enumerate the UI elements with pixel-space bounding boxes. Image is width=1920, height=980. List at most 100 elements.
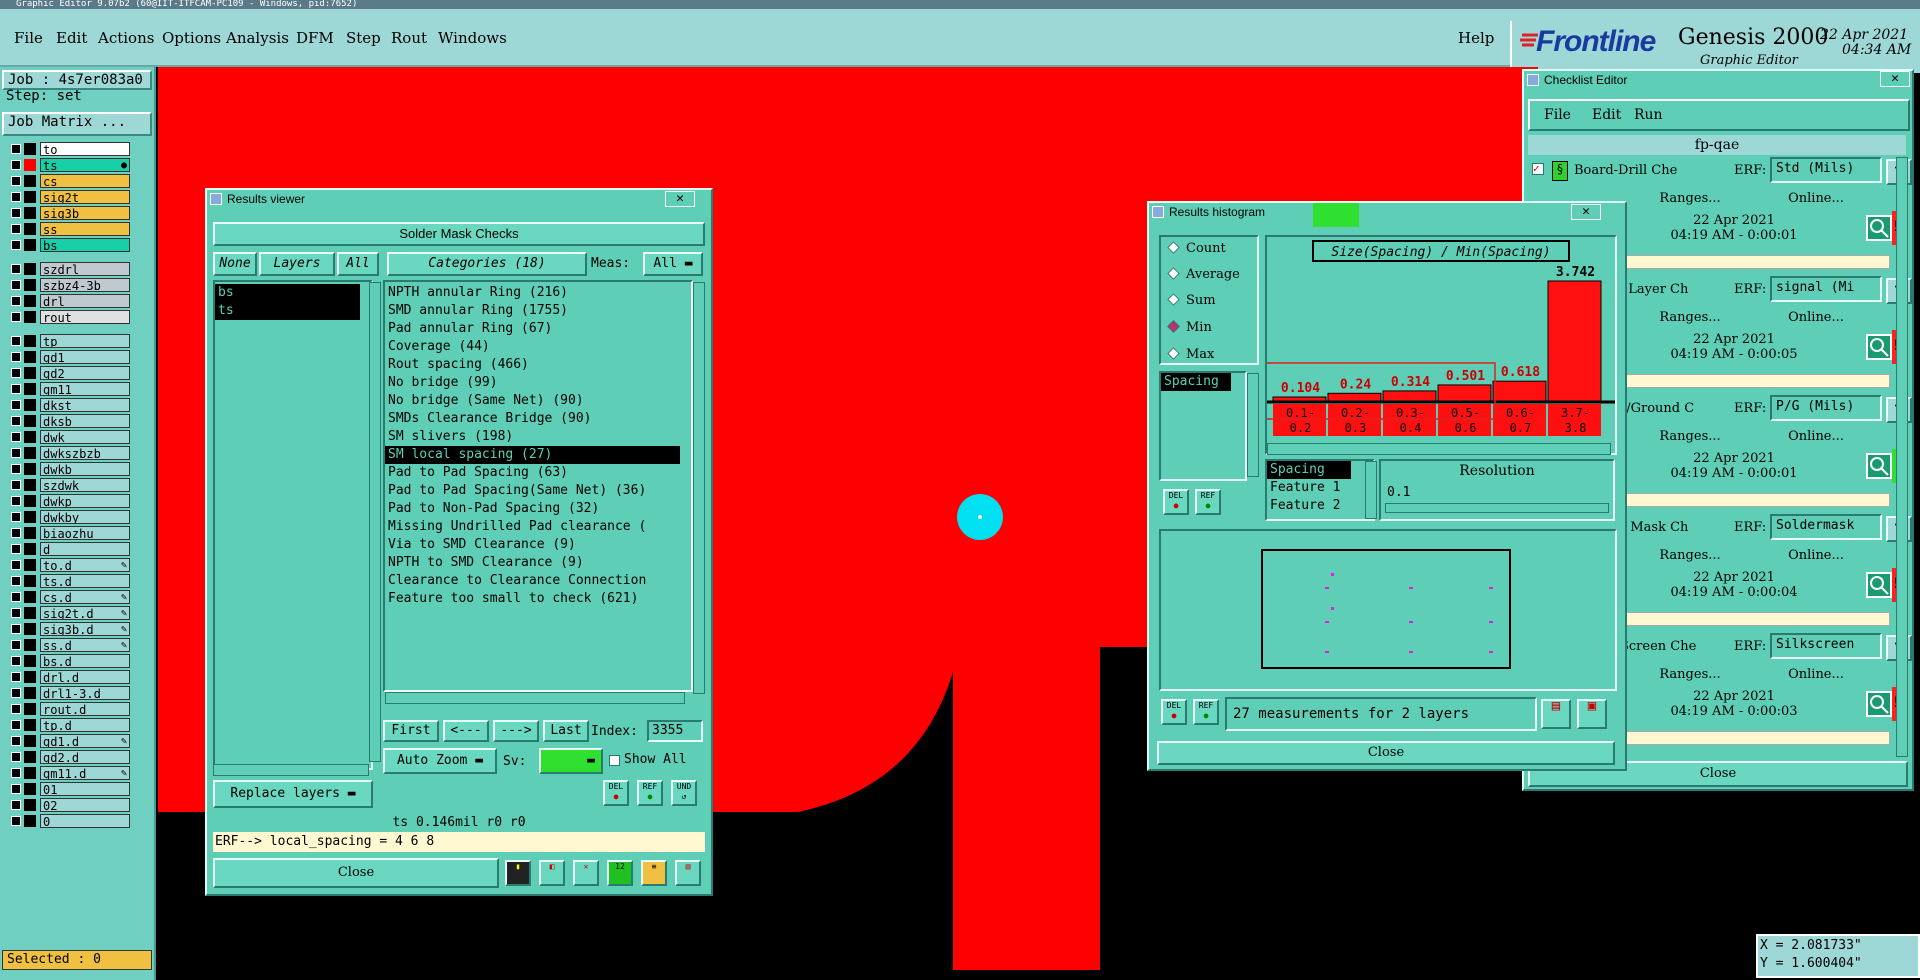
layer-row[interactable]: tp [8,334,130,348]
layer-row[interactable]: tp.d [8,718,130,732]
attribute-item[interactable]: Spacing [1161,373,1231,391]
layer-name[interactable]: dkst [40,398,130,412]
attr-field-item[interactable]: Feature 2 [1267,497,1340,515]
import-icon[interactable]: ▣ [1577,699,1607,729]
layer-checkbox[interactable] [11,800,21,810]
layer-name[interactable]: biaozhu [40,526,130,540]
layer-row[interactable]: sig3b.d ✎ [8,622,130,636]
first-button[interactable]: First [383,720,439,742]
layer-checkbox[interactable] [11,432,21,442]
histogram-bar[interactable] [1547,280,1602,402]
histogram-scrollbar[interactable] [1267,443,1611,455]
histogram-bar[interactable] [1327,392,1382,402]
tool1-icon[interactable]: ▮ [505,860,531,886]
layer-checkbox[interactable] [11,400,21,410]
layer-name[interactable]: sig2t.d ✎ [40,606,130,620]
layer-row[interactable]: cs.d ✎ [8,590,130,604]
layer-row[interactable]: dwkby [8,510,130,524]
online-button[interactable]: Online... [1766,665,1866,687]
layer-row[interactable]: szbz4-3b [8,278,130,292]
online-button[interactable]: Online... [1766,427,1866,449]
category-item[interactable]: No bridge (Same Net) (90) [385,392,584,410]
results-viewer-close-icon[interactable]: ✕ [665,191,695,207]
layer-row[interactable]: dwkp [8,494,130,508]
layer-row[interactable]: bs [8,238,130,252]
layer-checkbox[interactable] [11,752,21,762]
category-item[interactable]: Pad to Non-Pad Spacing (32) [385,500,599,518]
mode-min-radio[interactable]: Min [1167,320,1212,335]
layer-name[interactable]: rout [40,310,130,324]
layer-row[interactable]: gm11.d ✎ [8,766,130,780]
histogram-bar[interactable] [1492,380,1547,402]
layer-checkbox[interactable] [11,448,21,458]
checklist-scrollbar[interactable] [1896,157,1908,757]
menu-dfm[interactable]: DFM [296,29,334,47]
window-menu-icon[interactable] [1527,74,1539,86]
layer-row[interactable]: ss.d ✎ [8,638,130,652]
menu-options[interactable]: Options [162,29,221,47]
layer-row[interactable]: 02 [8,798,130,812]
layer-checkbox[interactable] [11,576,21,586]
layer-row[interactable]: dwkb [8,462,130,476]
histogram-close-button[interactable]: Close [1157,741,1615,765]
window-menu-icon[interactable] [210,193,222,205]
layer-checkbox[interactable] [11,384,21,394]
preview-ref-icon[interactable]: REF ● [1193,699,1219,725]
layer-name[interactable]: sig3b [40,206,130,220]
histogram-bar[interactable] [1382,390,1437,402]
menu-windows[interactable]: Windows [438,29,507,47]
layer-row[interactable]: szdrl [8,262,130,276]
attribute-list[interactable]: Spacing [1159,371,1247,481]
erf-field[interactable]: P/G (Mils) [1770,395,1882,421]
menu-actions[interactable]: Actions [98,29,154,47]
preview-del-icon[interactable]: DEL ● [1161,699,1187,725]
layer-checkbox[interactable] [11,240,21,250]
layer-row[interactable]: szdwk [8,478,130,492]
zoom-icon[interactable] [1866,215,1892,241]
ranges-button[interactable]: Ranges... [1640,189,1740,211]
menu-rout[interactable]: Rout [391,29,427,47]
layer-name[interactable]: d [40,542,130,556]
layer-name[interactable]: gm11.d ✎ [40,766,130,780]
categories-listbox[interactable]: NPTH annular Ring (216) SMD annular Ring … [383,280,693,692]
layer-name[interactable]: 01 [40,782,130,796]
attr-field-scrollbar[interactable] [1365,461,1377,519]
layer-row[interactable]: to [8,142,130,156]
results-viewer-close-button[interactable]: Close [213,858,499,888]
layer-row[interactable]: 01 [8,782,130,796]
erf-field[interactable]: Std (Mils) [1770,157,1882,183]
histogram-bar[interactable] [1437,384,1492,402]
layer-row[interactable]: ss [8,222,130,236]
show-all-checkbox[interactable] [609,755,620,766]
category-item[interactable]: SM slivers (198) [385,428,513,446]
histogram-close-icon[interactable]: ✕ [1571,204,1601,220]
layers-listbox[interactable]: bs ts [213,280,373,770]
ref-icon[interactable]: REF ● [637,780,663,806]
index-field[interactable]: 3355 [647,720,703,742]
layer-row[interactable]: drl1-3.d [8,686,130,700]
attr-field-item[interactable]: Spacing [1267,461,1351,479]
layer-name[interactable]: sig3b.d ✎ [40,622,130,636]
menu-help[interactable]: Help [1458,29,1494,47]
layer-name[interactable]: 0 [40,814,130,828]
layer-name[interactable]: dwk [40,430,130,444]
category-item[interactable]: Coverage (44) [385,338,490,356]
layer-name[interactable]: rout.d [40,702,130,716]
layer-row[interactable]: to.d ✎ [8,558,130,572]
layer-checkbox[interactable] [11,736,21,746]
layer-name[interactable]: sig2t [40,190,130,204]
category-item[interactable]: SMDs Clearance Bridge (90) [385,410,592,428]
layer-list-item[interactable]: bs [215,284,360,302]
layer-checkbox[interactable] [11,336,21,346]
ranges-button[interactable]: Ranges... [1640,308,1740,330]
histogram-icon[interactable]: ▥ [675,860,701,886]
layer-checkbox[interactable] [11,280,21,290]
histogram-chart[interactable]: Size(Spacing) / Min(Spacing) 0.104 0.1- 0.2… [1262,235,1617,455]
menu-step[interactable]: Step [346,29,381,47]
action-checkbox[interactable]: ✓ [1532,163,1544,175]
layer-name[interactable]: szbz4-3b [40,278,130,292]
layer-checkbox[interactable] [11,208,21,218]
layer-name[interactable]: gm11 [40,382,130,396]
category-item[interactable]: SMD annular Ring (1755) [385,302,568,320]
resolution-slider[interactable] [1385,503,1609,513]
